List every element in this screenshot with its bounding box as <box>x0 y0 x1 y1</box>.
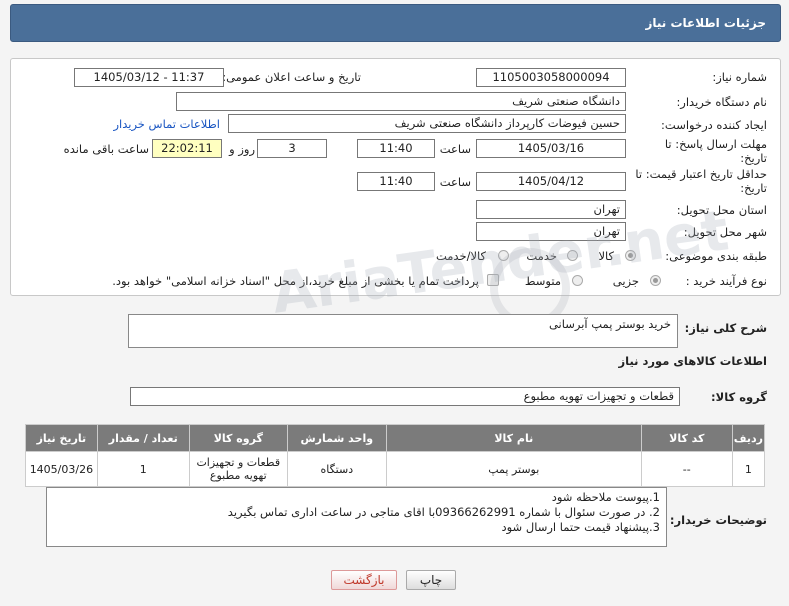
page-title: جزئیات اطلاعات نیاز <box>645 16 766 30</box>
cell-row: 1 <box>731 451 766 487</box>
contact-buyer-link[interactable]: اطلاعات تماس خریدار <box>113 117 220 131</box>
buyer-note-line: 1.پیوست ملاحظه شود <box>551 490 660 504</box>
goods-group-label: گروه کالا: <box>711 390 767 404</box>
days-label: روز و <box>229 142 255 156</box>
cell-name: بوستر پمپ <box>385 451 642 487</box>
col-code: کد کالا <box>640 424 733 452</box>
deadline-label: مهلت ارسال پاسخ: تا تاریخ: <box>664 137 767 165</box>
buyer-notes-textarea: 1.پیوست ملاحظه شود 2. در صورت سئوال با ش… <box>46 487 667 547</box>
buyer-org-field: دانشگاه صنعتی شریف <box>176 92 626 111</box>
announce-label: تاریخ و ساعت اعلان عمومی: <box>222 70 361 84</box>
remaining-time-field: 22:02:11 <box>152 139 222 158</box>
process-label: نوع فرآیند خرید : <box>685 274 767 288</box>
cell-group: قطعات و تجهیزات تهویه مطبوع <box>188 451 288 487</box>
col-unit: واحد شمارش <box>286 424 387 452</box>
validity-time-label: ساعت <box>439 175 471 189</box>
description-label: شرح کلی نیاز: <box>684 321 767 335</box>
validity-date-field: 1405/04/12 <box>476 172 626 191</box>
buyer-notes-label: توضیحات خریدار: <box>669 513 767 527</box>
deadline-time-field: 11:40 <box>357 139 435 158</box>
process-radio-minor[interactable] <box>650 275 661 286</box>
buyer-org-label: نام دستگاه خریدار: <box>676 95 767 109</box>
need-number-field: 1105003058000094 <box>476 68 626 87</box>
goods-table-header: ردیف کد کالا نام کالا واحد شمارش گروه کا… <box>25 424 766 452</box>
cell-unit: دستگاه <box>286 451 387 487</box>
back-button[interactable]: بازگشت <box>331 570 397 590</box>
creator-field: حسین فیوضات کارپرداز دانشگاه صنعتی شریف <box>228 114 626 133</box>
goods-table: ردیف کد کالا نام کالا واحد شمارش گروه کا… <box>25 424 766 487</box>
col-name: نام کالا <box>385 424 642 452</box>
validity-time-field: 11:40 <box>357 172 435 191</box>
goods-group-field: قطعات و تجهیزات تهویه مطبوع <box>130 387 680 406</box>
buyer-note-line: 3.پیشنهاد قیمت حتما ارسال شود <box>501 520 660 534</box>
description-textarea: خرید بوستر پمپ آبرسانی <box>128 314 678 348</box>
col-need-date: تاریخ نیاز <box>25 424 98 452</box>
days-field: 3 <box>257 139 327 158</box>
cell-qty: 1 <box>96 451 190 487</box>
table-row: 1 -- بوستر پمپ دستگاه قطعات و تجهیزات ته… <box>25 451 766 487</box>
col-row: ردیف <box>731 424 766 452</box>
print-button[interactable]: چاپ <box>406 570 456 590</box>
col-group: گروه کالا <box>188 424 288 452</box>
remaining-label: ساعت باقی مانده <box>63 142 149 156</box>
deadline-date-field: 1405/03/16 <box>476 139 626 158</box>
announce-field: 1405/03/12 - 11:37 <box>74 68 224 87</box>
validity-label: حداقل تاریخ اعتبار قیمت: تا تاریخ: <box>635 167 767 195</box>
need-number-label: شماره نیاز: <box>712 70 767 84</box>
col-qty: تعداد / مقدار <box>96 424 190 452</box>
buyer-note-line: 2. در صورت سئوال با شماره 09366262991با … <box>227 505 660 519</box>
cell-need-date: 1405/03/26 <box>25 451 98 487</box>
deadline-time-label: ساعت <box>439 142 471 156</box>
goods-section-title: اطلاعات کالاهای مورد نیاز <box>618 354 767 368</box>
creator-label: ایجاد کننده درخواست: <box>661 118 767 132</box>
cell-code: -- <box>640 451 733 487</box>
page-header: جزئیات اطلاعات نیاز <box>10 4 781 42</box>
